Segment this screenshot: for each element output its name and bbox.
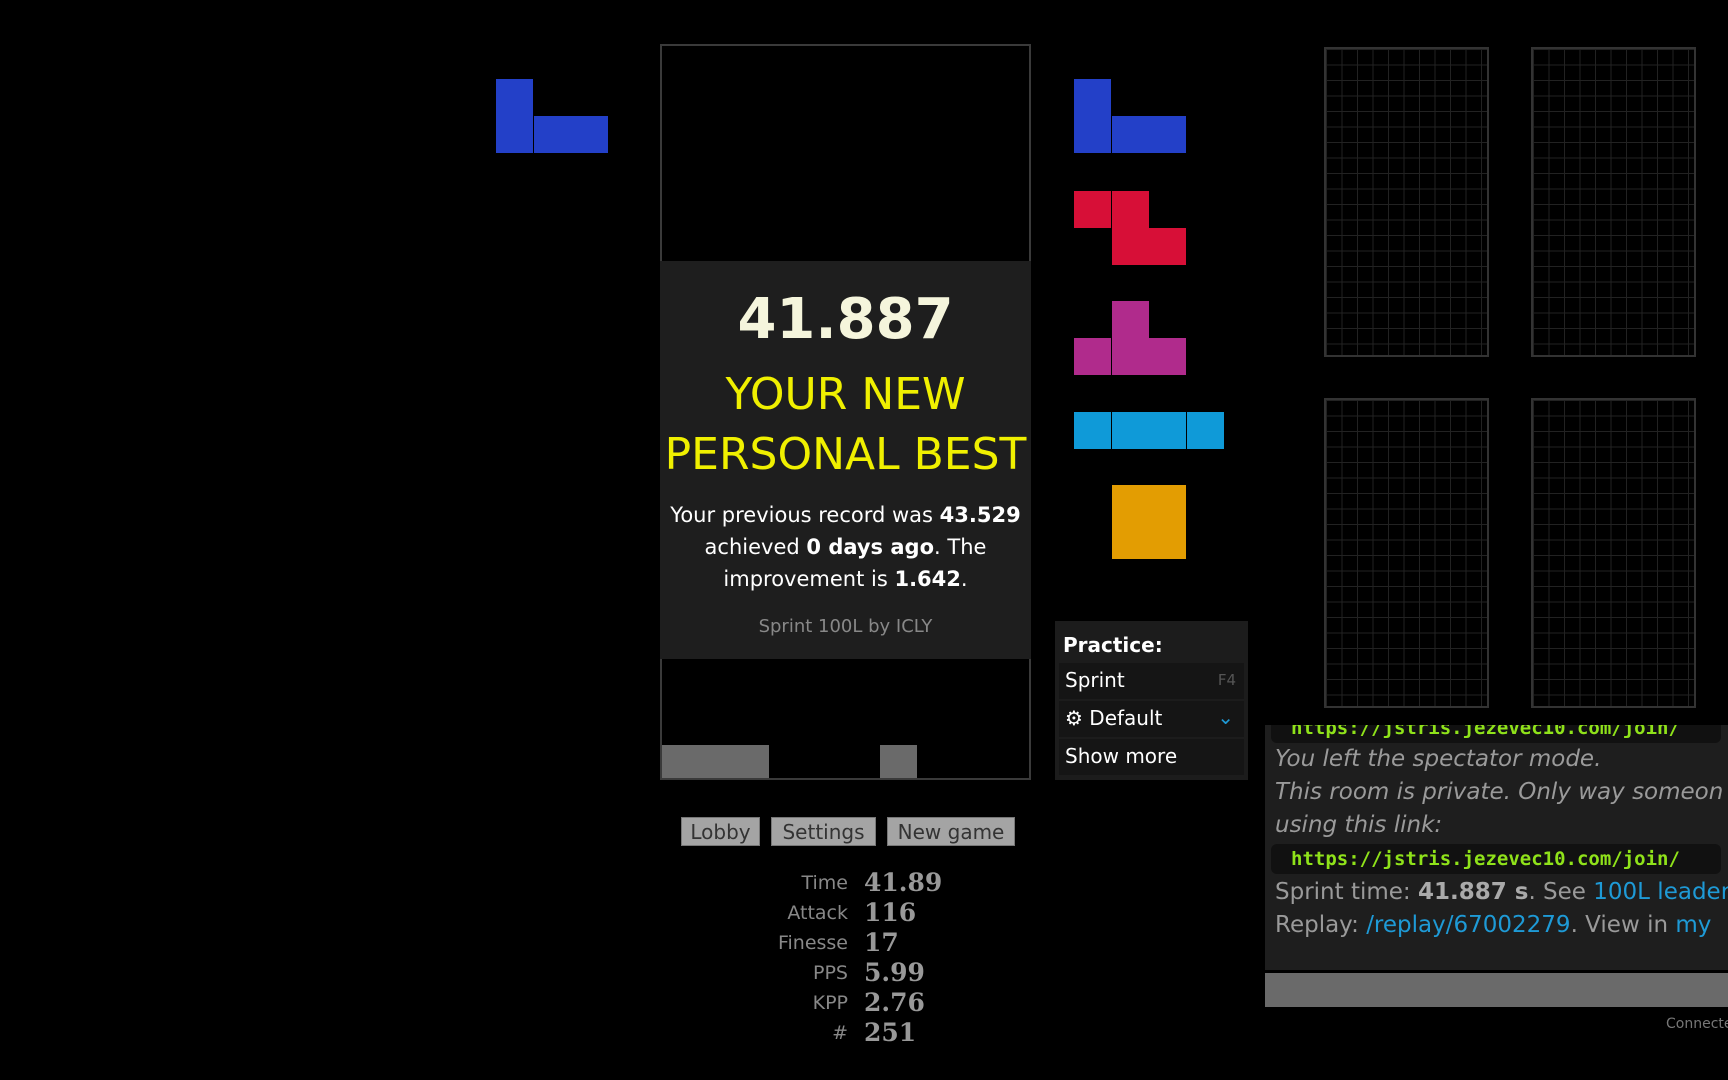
stat-value: 41.89 bbox=[864, 868, 943, 897]
replay-link[interactable]: /replay/67002279 bbox=[1366, 912, 1570, 938]
next-piece-cell bbox=[1111, 228, 1149, 265]
next-piece-cell bbox=[1074, 412, 1111, 449]
shortcut-hint: F4 bbox=[1217, 671, 1236, 689]
stat-row: #251 bbox=[700, 1018, 1160, 1048]
settings-button[interactable]: Settings bbox=[771, 817, 876, 846]
stat-row: Attack 116 bbox=[700, 898, 1160, 928]
new-game-button[interactable]: New game bbox=[887, 817, 1015, 846]
previous-record-text: Your previous record was 43.529 achieved… bbox=[670, 503, 1021, 591]
hold-piece-cell bbox=[496, 79, 533, 116]
show-more[interactable]: Show more bbox=[1059, 739, 1244, 775]
next-piece-cell bbox=[1149, 116, 1186, 153]
next-piece-cell bbox=[1074, 338, 1111, 375]
sprint-label: Sprint bbox=[1065, 668, 1125, 692]
join-link[interactable]: https://jstris.jezevec10.com/join/ bbox=[1271, 844, 1721, 874]
next-piece-cell bbox=[1111, 116, 1149, 153]
next-piece-cell bbox=[1111, 485, 1149, 522]
stat-row: Time 41.89 bbox=[700, 868, 1160, 898]
lobby-button[interactable]: Lobby bbox=[681, 817, 760, 846]
next-piece-cell bbox=[1186, 412, 1224, 449]
next-piece-cell bbox=[1149, 522, 1186, 559]
join-link[interactable]: https://jstris.jezevec10.com/join/ bbox=[1271, 725, 1721, 743]
hold-piece-cell bbox=[496, 116, 533, 153]
hold-piece-cell bbox=[533, 116, 571, 153]
chat-message: You left the spectator mode. bbox=[1275, 746, 1602, 772]
stat-value: 2.76 bbox=[864, 988, 925, 1017]
spectator-board bbox=[1531, 398, 1696, 708]
chat-message: This room is private. Only way someon bbox=[1275, 779, 1724, 805]
chat-message: using this link: bbox=[1275, 812, 1443, 838]
stat-label: PPS bbox=[813, 962, 848, 984]
chevron-down-icon: ⌄ bbox=[1217, 705, 1234, 729]
next-piece-cell bbox=[1111, 301, 1149, 338]
next-piece-cell bbox=[1074, 191, 1111, 228]
gear-icon: ⚙ bbox=[1065, 706, 1083, 730]
stat-label: Finesse bbox=[777, 932, 848, 954]
preset-label: Default bbox=[1089, 706, 1163, 730]
next-piece-cell bbox=[1111, 338, 1149, 375]
personal-best-headline: YOUR NEW PERSONAL BEST bbox=[664, 369, 1027, 480]
my-replays-link[interactable]: my bbox=[1675, 912, 1711, 938]
stat-label: Time bbox=[801, 872, 849, 894]
practice-title: Practice: bbox=[1063, 633, 1163, 657]
result-time: 41.887 bbox=[737, 287, 954, 352]
practice-panel: Practice: Sprint F4 ⚙ Default ⌄ Show more bbox=[1055, 621, 1248, 780]
spectator-board bbox=[1531, 47, 1696, 357]
stat-label: KPP bbox=[812, 992, 848, 1014]
next-piece-cell bbox=[1074, 116, 1111, 153]
next-piece-cell bbox=[1074, 79, 1111, 116]
stat-value: 5.99 bbox=[864, 958, 925, 987]
chat-input[interactable] bbox=[1265, 973, 1728, 1007]
mode-credit: Sprint 100L by ICLY bbox=[758, 616, 933, 637]
stat-label: # bbox=[832, 1022, 848, 1044]
stat-row: KPP 2.76 bbox=[700, 988, 1160, 1018]
next-piece-cell bbox=[1149, 338, 1186, 375]
stat-row: PPS 5.99 bbox=[700, 958, 1160, 988]
preset-dropdown[interactable]: ⚙ Default ⌄ bbox=[1059, 701, 1244, 737]
stat-value: 251 bbox=[864, 1018, 917, 1047]
chat-message: Replay: /replay/67002279. View in my bbox=[1275, 912, 1712, 938]
stat-value: 17 bbox=[864, 928, 899, 957]
garbage-block bbox=[880, 745, 917, 778]
chat-log: https://jstris.jezevec10.com/join/ You l… bbox=[1265, 725, 1728, 970]
leaderboard-link[interactable]: 100L leaderb bbox=[1593, 879, 1728, 905]
spectator-board bbox=[1324, 398, 1489, 708]
next-piece-cell bbox=[1111, 412, 1149, 449]
next-piece-cell bbox=[1111, 191, 1149, 228]
chat-message: Sprint time: 41.887 s. See 100L leaderb bbox=[1265, 876, 1728, 909]
connection-status: Connecte bbox=[1666, 1016, 1728, 1032]
stat-label: Attack bbox=[787, 902, 848, 924]
next-piece-cell bbox=[1149, 412, 1186, 449]
stat-value: 116 bbox=[864, 898, 917, 927]
next-piece-cell bbox=[1111, 522, 1149, 559]
spectator-board bbox=[1324, 47, 1489, 357]
hold-piece-cell bbox=[571, 116, 608, 153]
result-overlay: 41.887 YOUR NEW PERSONAL BEST Your previ… bbox=[660, 261, 1031, 659]
next-piece-cell bbox=[1149, 228, 1186, 265]
next-piece-cell bbox=[1149, 485, 1186, 522]
garbage-block bbox=[662, 745, 769, 778]
practice-sprint[interactable]: Sprint F4 bbox=[1059, 663, 1244, 699]
stat-row: Finesse 17 bbox=[700, 928, 1160, 958]
